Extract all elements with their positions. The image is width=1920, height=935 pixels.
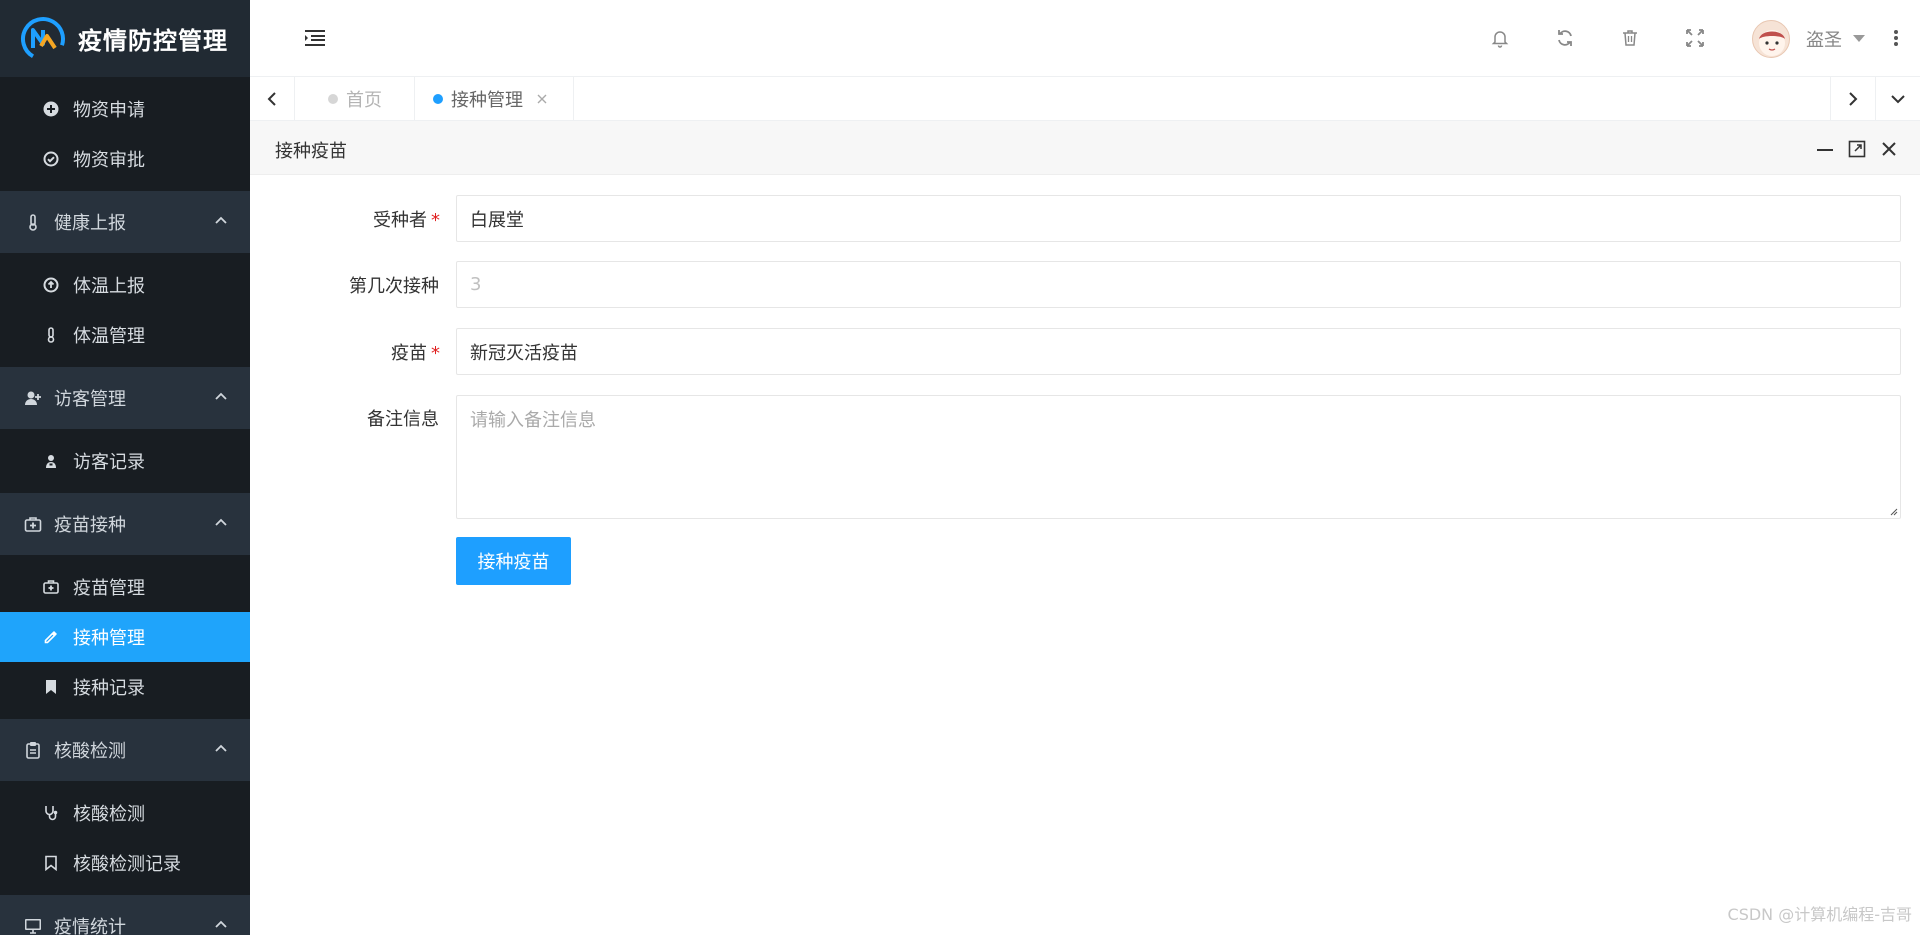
recipient-input[interactable]: 白展堂	[456, 195, 1901, 242]
sidebar-item-label: 体温管理	[73, 326, 145, 347]
required-mark: *	[431, 210, 440, 231]
bell-icon[interactable]	[1490, 28, 1510, 48]
tab-label: 首页	[346, 90, 382, 111]
chevron-down-icon	[1891, 95, 1905, 104]
chevron-up-icon	[215, 920, 227, 928]
menu-fold-icon[interactable]	[305, 30, 325, 46]
sidebar-item-temperature-manage[interactable]: 体温管理	[0, 310, 250, 360]
sidebar-item-label: 体温上报	[73, 276, 145, 297]
bookmark-outline-icon	[45, 855, 57, 871]
sidebar-group-health-report[interactable]: 健康上报	[0, 191, 250, 253]
caret-down-icon[interactable]	[1853, 35, 1865, 42]
sidebar-item-label: 接种管理	[73, 628, 145, 649]
logo-icon	[20, 16, 65, 61]
sidebar-item-label: 核酸检测记录	[73, 854, 181, 875]
sidebar-item-label: 接种记录	[73, 678, 145, 699]
sidebar-item-nucleic-test[interactable]: 核酸检测	[0, 788, 250, 838]
sidebar-group-visitor[interactable]: 访客管理	[0, 367, 250, 429]
clipboard-icon	[26, 742, 40, 759]
sidebar-group-epidemic-stats[interactable]: 疫情统计	[0, 895, 250, 935]
app-title: 疫情防控管理	[78, 27, 228, 55]
vaccine-label: 疫苗 *	[391, 343, 440, 364]
sidebar-group-nucleic-test[interactable]: 核酸检测	[0, 719, 250, 781]
panel-header: 接种疫苗	[250, 121, 1920, 175]
tab-label: 接种管理	[451, 90, 523, 111]
close-icon[interactable]	[1880, 140, 1898, 158]
tab-indicator-dot	[433, 94, 443, 104]
sidebar-item-label: 物资审批	[73, 150, 145, 171]
sidebar-item-vaccination-records[interactable]: 接种记录	[0, 662, 250, 712]
sidebar-item-temperature-report[interactable]: 体温上报	[0, 260, 250, 310]
bookmark-icon	[46, 680, 56, 694]
user-plus-icon	[25, 391, 41, 405]
sidebar-item-supply-approve[interactable]: 物资审批	[0, 134, 250, 184]
sidebar: 疫情防控管理 物资申请 物资审批 健康上报 体温上报 体温管理 访客管理 访客记…	[0, 0, 250, 935]
sidebar-group-label: 疫苗接种	[54, 515, 126, 536]
check-circle-icon	[43, 151, 59, 167]
dose-number-label: 第几次接种	[349, 276, 439, 297]
medkit-icon	[43, 580, 59, 594]
panel-title: 接种疫苗	[275, 141, 347, 162]
watermark: CSDN @计算机编程-吉哥	[1727, 905, 1912, 924]
close-icon[interactable]	[537, 94, 547, 104]
remarks-textarea[interactable]: 请输入备注信息	[456, 395, 1901, 519]
user-badge-icon	[46, 455, 56, 468]
recipient-label: 受种者 *	[373, 210, 440, 231]
minimize-icon[interactable]	[1816, 140, 1834, 158]
vaccine-select[interactable]: 新冠灭活疫苗	[456, 328, 1901, 375]
resize-grip-icon[interactable]	[1888, 506, 1898, 516]
sidebar-group-label: 健康上报	[54, 213, 126, 234]
chevron-right-icon	[1849, 92, 1858, 106]
sidebar-item-nucleic-test-records[interactable]: 核酸检测记录	[0, 838, 250, 888]
avatar[interactable]	[1752, 20, 1790, 58]
sidebar-item-label: 访客记录	[73, 452, 145, 473]
vaccinate-submit-button[interactable]: 接种疫苗	[456, 537, 571, 585]
avatar-image	[1759, 30, 1785, 56]
chevron-left-icon	[267, 92, 276, 106]
plus-circle-icon	[43, 101, 59, 117]
remarks-label: 备注信息	[367, 409, 439, 430]
chevron-up-icon	[215, 216, 227, 224]
tab-vaccination-manage[interactable]: 接种管理	[415, 77, 574, 121]
chevron-up-icon	[215, 392, 227, 400]
sidebar-group-vaccination[interactable]: 疫苗接种	[0, 493, 250, 555]
dose-number-input[interactable]: 3	[456, 261, 1901, 308]
tab-scroll-left-button[interactable]	[250, 77, 295, 121]
sidebar-group-label: 访客管理	[54, 389, 126, 410]
thermometer-icon	[47, 327, 55, 343]
sidebar-item-vaccine-manage[interactable]: 疫苗管理	[0, 562, 250, 612]
logo-area[interactable]: 疫情防控管理	[0, 0, 250, 77]
required-mark: *	[431, 343, 440, 364]
maximize-icon[interactable]	[1848, 140, 1866, 158]
remarks-placeholder: 请输入备注信息	[470, 410, 596, 431]
sidebar-group-label: 疫情统计	[54, 917, 126, 935]
sidebar-item-supply-apply[interactable]: 物资申请	[0, 84, 250, 134]
sidebar-group-label: 核酸检测	[54, 741, 126, 762]
sidebar-item-visitor-records[interactable]: 访客记录	[0, 436, 250, 486]
sidebar-item-label: 疫苗管理	[73, 578, 145, 599]
tab-indicator-dot	[328, 94, 338, 104]
monitor-icon	[25, 919, 41, 934]
user-name[interactable]: 盗圣	[1806, 26, 1842, 52]
more-vertical-icon[interactable]	[1893, 28, 1899, 48]
tab-bar: 首页 接种管理	[250, 77, 1920, 121]
sidebar-item-label: 物资申请	[73, 100, 145, 121]
chevron-up-icon	[215, 518, 227, 526]
tab-scroll-right-button[interactable]	[1830, 77, 1875, 121]
tab-home[interactable]: 首页	[295, 77, 415, 121]
top-header: 盗圣	[250, 0, 1920, 77]
sidebar-item-label: 核酸检测	[73, 804, 145, 825]
trash-icon[interactable]	[1620, 28, 1640, 48]
stethoscope-icon	[45, 806, 58, 821]
tab-options-button[interactable]	[1875, 77, 1920, 121]
sidebar-item-vaccination-manage[interactable]: 接种管理	[0, 612, 250, 662]
fullscreen-icon[interactable]	[1685, 28, 1705, 48]
chevron-up-icon	[215, 744, 227, 752]
upload-circle-icon	[43, 277, 59, 293]
eyedropper-icon	[44, 631, 57, 644]
medkit-icon	[24, 517, 42, 532]
refresh-icon[interactable]	[1555, 28, 1575, 48]
thermometer-icon	[29, 214, 37, 231]
